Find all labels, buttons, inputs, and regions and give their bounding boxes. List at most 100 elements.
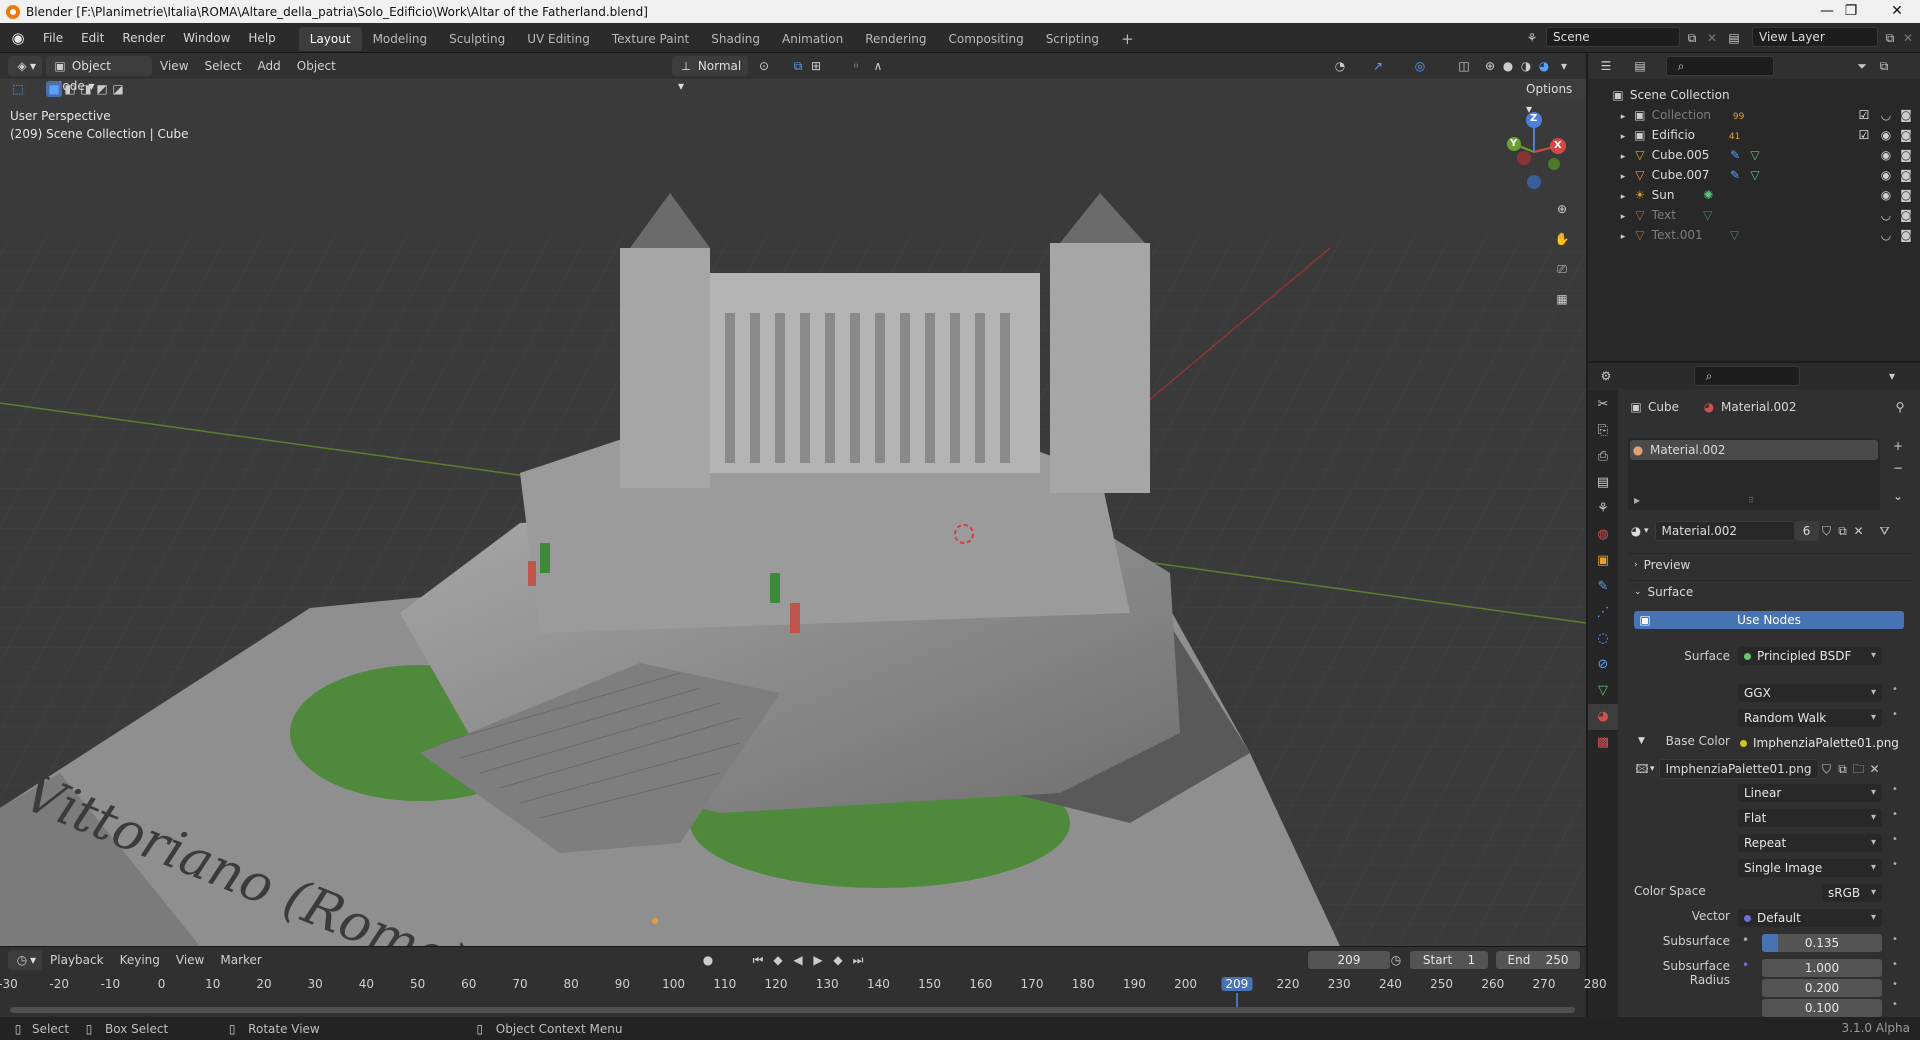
menu-window[interactable]: Window — [174, 23, 239, 53]
falloff-icon[interactable]: ∧ — [870, 58, 886, 74]
tab-constraints-icon[interactable]: ⊘ — [1588, 652, 1618, 678]
material-users-count[interactable]: 6 — [1794, 521, 1819, 541]
render-camera-icon[interactable]: ◙ — [1898, 167, 1914, 183]
tab-render-icon[interactable]: ⎘ — [1588, 418, 1618, 444]
base-color-expand-icon[interactable]: ▼ — [1638, 736, 1645, 746]
hide-eye-closed-icon[interactable]: ◡ — [1878, 107, 1894, 123]
keyframe-dot-icon[interactable]: • — [1892, 834, 1898, 845]
properties-editor-icon[interactable]: ⚙ — [1598, 368, 1614, 384]
surface-panel-header[interactable]: ⌄ Surface — [1628, 580, 1912, 602]
editor-type-button[interactable]: ◈ ▾ — [8, 56, 43, 76]
viewport-menu-view[interactable]: View — [152, 53, 196, 79]
tab-sculpting[interactable]: Sculpting — [438, 27, 516, 51]
camera-view-icon[interactable]: ⎚ — [1550, 254, 1574, 284]
tab-compositing[interactable]: Compositing — [937, 27, 1034, 51]
outliner-item-collection[interactable]: ▸ ▣ Collection 99 ☑ ◡ ◙ — [1588, 105, 1920, 125]
select-intersect-icon[interactable]: ◪ — [110, 81, 126, 97]
outliner-editor-icon[interactable]: ☰ — [1598, 58, 1614, 74]
keyframe-dot-icon[interactable]: • — [1892, 979, 1898, 990]
tab-modifiers-icon[interactable]: ✎ — [1588, 574, 1618, 600]
resize-handle-icon[interactable]: ⠿ — [1748, 496, 1754, 505]
delete-scene-icon[interactable]: ✕ — [1704, 30, 1720, 46]
extension-dropdown[interactable]: Repeat — [1738, 834, 1882, 852]
expand-arrow-icon[interactable]: ▸ — [1618, 109, 1628, 125]
expand-arrow-icon[interactable]: ▸ — [1618, 189, 1628, 205]
image-name-field[interactable]: ImphenziaPalette01.png — [1658, 759, 1819, 779]
orientation-dropdown[interactable]: ⟂ Normal ▾ — [672, 56, 748, 93]
tab-scene-icon[interactable]: ⚘ — [1588, 496, 1618, 522]
material-slot-row[interactable]: ● Material.002 — [1630, 440, 1878, 460]
select-subtract-icon[interactable]: ◨ — [78, 81, 94, 97]
distribution-dropdown[interactable]: GGX — [1738, 684, 1882, 702]
outliner-item-text-001[interactable]: ▸ ▽ Text.001 ▽ ◡ ◙ — [1588, 225, 1920, 245]
blender-menu-icon[interactable]: ◉ — [10, 30, 26, 46]
subsurface-radius-z[interactable]: 0.100 — [1762, 999, 1882, 1017]
subsurface-slider[interactable]: 0.135 — [1762, 934, 1882, 952]
color-space-dropdown[interactable]: sRGB — [1822, 884, 1882, 902]
interpolation-dropdown[interactable]: Linear — [1738, 784, 1882, 802]
hide-eye-closed-icon[interactable]: ◡ — [1878, 207, 1894, 223]
keyframe-dot-icon[interactable]: • — [1892, 809, 1898, 820]
tab-shading[interactable]: Shading — [700, 27, 771, 51]
base-color-link[interactable]: ImphenziaPalette01.png — [1740, 734, 1899, 752]
eye-icon[interactable]: ◉ — [1878, 147, 1894, 163]
tab-particles-icon[interactable]: ⋰ — [1588, 600, 1618, 626]
use-nodes-button[interactable]: ▣ Use Nodes — [1634, 611, 1904, 629]
outliner-item-sun[interactable]: ▸ ☀ Sun ✺ ◉ ◙ — [1588, 185, 1920, 205]
playhead-line[interactable] — [1235, 993, 1238, 1007]
tab-view-layer-icon[interactable]: ▤ — [1588, 470, 1618, 496]
eye-icon[interactable]: ◉ — [1878, 127, 1894, 143]
duplicate-material-icon[interactable]: ⧉ — [1835, 523, 1851, 539]
properties-options-icon[interactable]: ▾ — [1884, 368, 1900, 384]
eye-icon[interactable]: ◉ — [1878, 167, 1894, 183]
expand-arrow-icon[interactable]: ▸ — [1618, 229, 1628, 245]
keyframe-dot-icon[interactable]: • — [1892, 684, 1898, 695]
hide-eye-closed-icon[interactable]: ◡ — [1878, 227, 1894, 243]
include-checkbox-icon[interactable]: ☑ — [1856, 107, 1872, 123]
menu-help[interactable]: Help — [239, 23, 284, 53]
solid-shading-icon[interactable]: ● — [1500, 58, 1516, 74]
render-camera-icon[interactable]: ◙ — [1898, 127, 1914, 143]
unlink-material-icon[interactable]: ✕ — [1851, 523, 1867, 539]
3d-viewport[interactable]: Vittoriano (Rome) — [0, 53, 1586, 946]
material-name-field[interactable]: Material.002 — [1654, 521, 1795, 541]
select-extend-icon[interactable]: ◧ — [62, 81, 78, 97]
preview-panel-header[interactable]: › Preview — [1628, 553, 1912, 575]
timeline-scrollbar-thumb[interactable] — [10, 1007, 1575, 1013]
visibility-icon[interactable]: ◔ — [1332, 58, 1348, 74]
shading-options-icon[interactable]: ▾ — [1556, 58, 1572, 74]
select-new-icon[interactable]: ■ — [46, 81, 62, 97]
playhead-frame-label[interactable]: 209 — [1221, 977, 1253, 991]
snap-target-icon[interactable]: ⊞ — [808, 58, 824, 74]
outliner-search-input[interactable]: ⌕ — [1666, 56, 1774, 76]
delete-view-layer-icon[interactable]: ✕ — [1900, 30, 1916, 46]
render-camera-icon[interactable]: ◙ — [1898, 227, 1914, 243]
close-window-button[interactable]: ✕ — [1874, 0, 1920, 23]
perspective-grid-icon[interactable]: ▦ — [1550, 284, 1574, 314]
snap-icon[interactable]: ⧉ — [790, 58, 806, 74]
expand-arrow-icon[interactable]: ▸ — [1618, 169, 1628, 185]
render-camera-icon[interactable]: ◙ — [1898, 187, 1914, 203]
keyframe-dot-icon[interactable]: • — [1892, 709, 1898, 720]
timeline-scrollbar[interactable] — [10, 1007, 1575, 1013]
keyframe-dot-icon[interactable]: • — [1892, 859, 1898, 870]
render-camera-icon[interactable]: ◙ — [1898, 147, 1914, 163]
surface-shader-field[interactable]: Principled BSDF — [1738, 647, 1882, 665]
mode-dropdown[interactable]: ▣ Object Mode ▾ — [46, 56, 153, 93]
outliner-item-cube-007[interactable]: ▸ ▽ Cube.007 ✎ ▽ ◉ ◙ — [1588, 165, 1920, 185]
viewport-menu-object[interactable]: Object — [289, 53, 344, 79]
tab-animation[interactable]: Animation — [771, 27, 854, 51]
eye-icon[interactable]: ◉ — [1878, 187, 1894, 203]
tweak-tool-icon[interactable]: ⬚ — [10, 81, 26, 97]
link-type-icon[interactable]: ⛛ — [1877, 523, 1893, 539]
tab-tool-icon[interactable]: ✂ — [1588, 392, 1618, 418]
new-scene-icon[interactable]: ⧉ — [1684, 30, 1700, 46]
maximize-button[interactable]: ❐ — [1828, 0, 1874, 23]
slot-menu-icon[interactable]: ⌄ — [1890, 488, 1906, 514]
subsurface-radius-x[interactable]: 1.000 — [1762, 959, 1882, 977]
overlay-toggle-icon[interactable]: ◎ — [1412, 58, 1428, 74]
browse-material-icon[interactable]: ◕ — [1628, 523, 1644, 539]
viewport-menu-select[interactable]: Select — [197, 53, 250, 79]
properties-search-input[interactable]: ⌕ — [1694, 366, 1800, 386]
slot-expand-icon[interactable]: ▶ — [1634, 496, 1640, 505]
